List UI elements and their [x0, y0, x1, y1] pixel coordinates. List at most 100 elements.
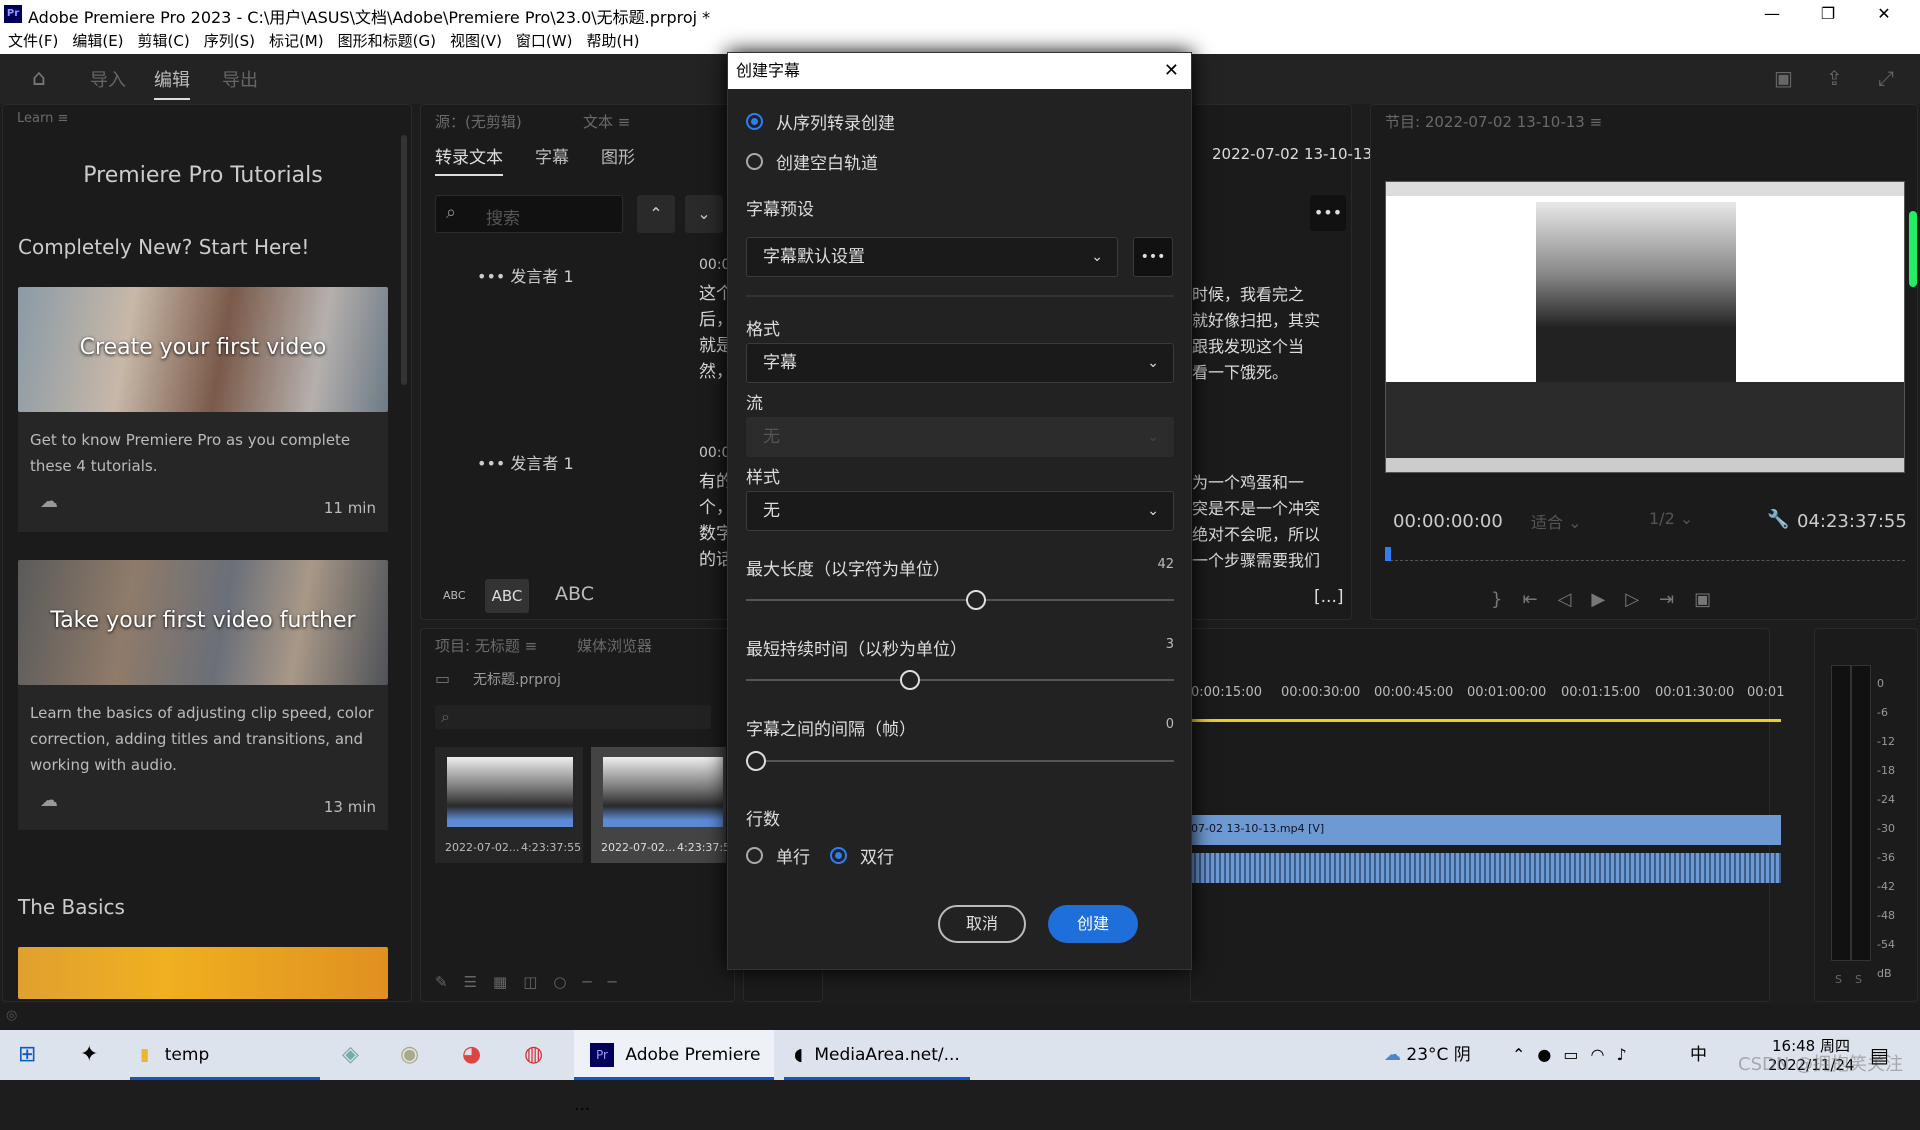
- menu-help[interactable]: 帮助(H): [586, 28, 639, 54]
- weather-widget[interactable]: ☁ 23°C 阴: [1384, 1030, 1471, 1080]
- wrench-icon[interactable]: 🔧: [1767, 509, 1789, 530]
- text-tab-label[interactable]: 文本 ≡: [583, 111, 630, 132]
- resolution-dropdown[interactable]: 1/2 ⌄: [1649, 509, 1729, 533]
- share-icon[interactable]: ⇪: [1826, 66, 1843, 90]
- mic-icon[interactable]: ●: [1537, 1045, 1563, 1064]
- go-to-in-icon[interactable]: ⇤: [1522, 589, 1557, 610]
- taskbar-mediaarea[interactable]: ◖ MediaArea.net/...: [784, 1030, 970, 1080]
- case-large-button[interactable]: ABC: [555, 583, 594, 605]
- create-button[interactable]: 创建: [1048, 905, 1138, 943]
- chevron-up-icon[interactable]: ⌃: [1512, 1045, 1537, 1064]
- home-icon[interactable]: ⌂: [32, 66, 46, 91]
- radio-from-transcript[interactable]: 从序列转录创建: [746, 111, 895, 134]
- menu-clip[interactable]: 剪辑(C): [138, 28, 190, 54]
- playhead[interactable]: [1385, 547, 1391, 561]
- radio-single-line[interactable]: 单行: [746, 845, 810, 868]
- radio-unchecked[interactable]: [746, 153, 763, 170]
- tab-export[interactable]: 导出: [222, 66, 258, 92]
- case-medium-button[interactable]: ABC: [485, 579, 529, 613]
- workspaces-icon[interactable]: ▣: [1774, 66, 1793, 90]
- radio-double-line[interactable]: 双行: [830, 845, 894, 868]
- volume-slider[interactable]: [1909, 211, 1917, 287]
- tab-captions[interactable]: 字幕: [535, 143, 569, 168]
- min-duration-slider-knob[interactable]: [900, 670, 920, 690]
- taskbar-temp[interactable]: ▮ temp: [130, 1030, 320, 1080]
- preset-dropdown[interactable]: 字幕默认设置 ⌄: [746, 237, 1118, 277]
- project-clip[interactable]: 2022-07-02... 4:23:37:55: [435, 747, 583, 863]
- basics-thumbnail[interactable]: [18, 947, 388, 999]
- notification-icon[interactable]: ▤: [1870, 1030, 1889, 1080]
- battery-icon[interactable]: ▭: [1563, 1045, 1590, 1064]
- windows-start-icon[interactable]: ⊞: [18, 1030, 36, 1080]
- gap-slider-knob[interactable]: [746, 751, 766, 771]
- program-scrubber[interactable]: [1385, 547, 1905, 561]
- preset-more-button[interactable]: •••: [1133, 237, 1173, 277]
- speaker-row[interactable]: ••• 发言者 1: [477, 263, 574, 287]
- list-view-icon[interactable]: ☰: [464, 973, 493, 991]
- pencil-icon[interactable]: ✎: [435, 973, 464, 991]
- restore-button[interactable]: ❐: [1800, 0, 1856, 28]
- menu-edit[interactable]: 编辑(E): [72, 28, 123, 54]
- tab-import[interactable]: 导入: [90, 66, 126, 92]
- close-window-button[interactable]: ✕: [1856, 0, 1912, 28]
- work-area-bar[interactable]: [1191, 719, 1781, 722]
- menu-window[interactable]: 窗口(W): [516, 28, 573, 54]
- app-icon[interactable]: ◍: [524, 1030, 543, 1080]
- fullscreen-icon[interactable]: ⤢: [1878, 66, 1894, 90]
- speaker-icon[interactable]: ♪: [1616, 1045, 1638, 1064]
- solo-button[interactable]: S: [1835, 973, 1842, 986]
- export-frame-icon[interactable]: ▣: [1694, 589, 1731, 610]
- radio-unchecked[interactable]: [746, 847, 763, 864]
- menu-file[interactable]: 文件(F): [8, 28, 58, 54]
- expand-bracket[interactable]: [...]: [1314, 587, 1343, 607]
- step-forward-icon[interactable]: ▷: [1625, 589, 1659, 610]
- max-length-slider[interactable]: [746, 599, 1174, 601]
- zoom-slider[interactable]: ○──: [553, 973, 632, 991]
- format-dropdown[interactable]: 字幕 ⌄: [746, 343, 1174, 383]
- freeform-view-icon[interactable]: ◫: [523, 973, 553, 991]
- style-dropdown[interactable]: 无 ⌄: [746, 491, 1174, 531]
- tab-edit[interactable]: 编辑: [154, 66, 190, 100]
- menu-view[interactable]: 视图(V): [450, 28, 502, 54]
- close-icon[interactable]: ✕: [1164, 53, 1179, 89]
- timeline-ruler[interactable]: 0:00:15:00 00:00:30:00 00:00:45:00 00:01…: [1191, 685, 1784, 705]
- icon-view-icon[interactable]: ▦: [493, 973, 523, 991]
- menu-sequence[interactable]: 序列(S): [204, 28, 255, 54]
- solo-button[interactable]: S: [1855, 973, 1862, 986]
- app-icon[interactable]: ◈: [342, 1030, 359, 1080]
- play-icon[interactable]: ▶: [1591, 589, 1625, 610]
- speaker-row[interactable]: ••• 发言者 1: [477, 450, 574, 474]
- search-up-button[interactable]: ⌃: [637, 195, 675, 233]
- search-down-button[interactable]: ⌄: [685, 195, 723, 233]
- tab-transcript[interactable]: 转录文本: [435, 143, 503, 176]
- fit-dropdown[interactable]: 适合 ⌄: [1531, 509, 1631, 533]
- case-small-button[interactable]: ABC: [443, 589, 466, 602]
- menu-graphics[interactable]: 图形和标题(G): [338, 28, 436, 54]
- radio-checked[interactable]: [830, 847, 847, 864]
- cancel-button[interactable]: 取消: [938, 905, 1026, 943]
- tutorial-card[interactable]: Create your first video Get to know Prem…: [18, 287, 388, 532]
- min-duration-slider[interactable]: [746, 679, 1174, 681]
- media-browser-tab[interactable]: 媒体浏览器: [577, 635, 652, 656]
- project-search-input[interactable]: ⌕: [435, 705, 711, 729]
- app-icon[interactable]: ✦: [80, 1030, 98, 1080]
- ime-indicator[interactable]: 中: [1690, 1030, 1707, 1080]
- app-icon[interactable]: ◉: [400, 1030, 419, 1080]
- minimize-button[interactable]: —: [1744, 0, 1800, 28]
- search-input[interactable]: ⌕ 搜索: [435, 195, 623, 233]
- step-back-icon[interactable]: ◁: [1558, 589, 1592, 610]
- project-clip[interactable]: 2022-07-02... 4:23:37:55: [591, 747, 737, 863]
- go-to-out-icon[interactable]: ⇥: [1659, 589, 1694, 610]
- video-clip[interactable]: 07-02 13-10-13.mp4 [V]: [1191, 815, 1781, 845]
- tab-graphics[interactable]: 图形: [601, 143, 635, 168]
- gap-slider[interactable]: [746, 760, 1174, 762]
- tray-icons[interactable]: ⌃●▭◠♪: [1512, 1030, 1639, 1080]
- more-options-button[interactable]: •••: [1310, 195, 1346, 231]
- radio-blank-track[interactable]: 创建空白轨道: [746, 151, 878, 174]
- taskbar-premiere[interactable]: Pr Adobe Premiere ...: [574, 1030, 774, 1115]
- mark-out-icon[interactable]: }: [1491, 589, 1522, 610]
- wifi-icon[interactable]: ◠: [1591, 1045, 1617, 1064]
- menu-marker[interactable]: 标记(M): [269, 28, 324, 54]
- tutorial-card[interactable]: Take your first video further Learn the …: [18, 560, 388, 830]
- max-length-slider-knob[interactable]: [966, 590, 986, 610]
